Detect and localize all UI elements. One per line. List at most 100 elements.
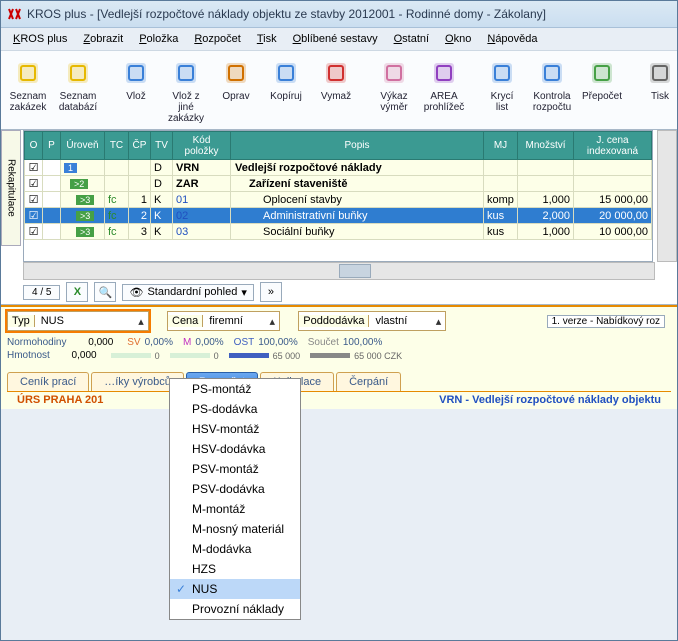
seznam-zakazek-button[interactable]: Seznam zakázek	[4, 55, 52, 115]
typ-dropdown[interactable]: PS-montážPS-dodávkaHSV-montážHSV-dodávka…	[169, 378, 301, 620]
search-icon[interactable]: 🔍	[94, 282, 116, 302]
table-row[interactable]: ☑>2DZARZařízení staveniště	[25, 176, 652, 192]
menu-oblíbené-sestavy[interactable]: Oblíbené sestavy	[285, 31, 386, 47]
toolbar-label: Vlož	[126, 91, 145, 102]
vloz-zjine-button[interactable]: Vlož z jiné zakázky	[162, 55, 210, 126]
area-prohlizec-button[interactable]: AREA prohlížeč	[420, 55, 468, 115]
bar-Součet: Součet100,00%	[308, 337, 383, 348]
toolbar-label: AREA prohlížeč	[424, 91, 465, 113]
eye-icon	[129, 286, 143, 299]
sub-right: VRN - Vedlejší rozpočtové náklady objekt…	[439, 394, 661, 406]
toolbar-label: Přepočet	[582, 91, 622, 102]
col-header[interactable]: P	[43, 132, 61, 160]
oprav-button[interactable]: Oprav	[212, 55, 260, 104]
bar-OST: OST100,00%	[234, 337, 298, 348]
dropdown-item[interactable]: M-dodávka	[170, 539, 300, 559]
menu-položka[interactable]: Položka	[131, 31, 186, 47]
menu-ostatní[interactable]: Ostatní	[386, 31, 437, 47]
prepocet-button[interactable]: Přepočet	[578, 55, 626, 104]
dropdown-item[interactable]: PS-dodávka	[170, 399, 300, 419]
bar-M: M0,00%	[183, 337, 224, 348]
normohodiny-stat: Normohodiny 0,000	[7, 337, 113, 348]
dropdown-item[interactable]: Provozní náklady	[170, 599, 300, 619]
version-selector[interactable]: 1. verze - Nabídkový roz	[547, 315, 665, 328]
rekapitulace-tab[interactable]: Rekapitulace	[1, 130, 21, 246]
col-header[interactable]: O	[25, 132, 43, 160]
table-row[interactable]: ☑>3fc2K02Administrativní buňkykus2,00020…	[25, 208, 652, 224]
menu-zobrazit[interactable]: Zobrazit	[75, 31, 131, 47]
bar-SV: SV0,00%	[127, 337, 173, 348]
toolbar: Seznam zakázek Seznam databází Vlož Vlož z …	[1, 51, 677, 130]
dropdown-item[interactable]: HSV-dodávka	[170, 439, 300, 459]
table-row[interactable]: ☑>3fc3K03Sociální buňkykus1,00010 000,00	[25, 224, 652, 240]
col-header[interactable]: Úroveň	[61, 132, 105, 160]
expand-button[interactable]: »	[260, 282, 282, 302]
vykaz-vymer-button[interactable]: Výkaz výměr	[370, 55, 418, 115]
menu-rozpočet[interactable]: Rozpočet	[186, 31, 248, 47]
kryci-list-icon	[486, 57, 518, 89]
vloz-icon	[120, 57, 152, 89]
seznam-databazi-icon	[62, 57, 94, 89]
dropdown-item[interactable]: PSV-montáž	[170, 459, 300, 479]
dropdown-item[interactable]: PSV-dodávka	[170, 479, 300, 499]
cena-filter[interactable]: Cena firemní ▴	[167, 311, 280, 331]
tab--erp-n-[interactable]: Čerpání	[336, 372, 401, 391]
vertical-scrollbar[interactable]	[657, 130, 677, 262]
excel-icon[interactable]: X	[66, 282, 88, 302]
tisk-button[interactable]: Tisk	[636, 55, 677, 104]
dropdown-item[interactable]: M-nosný materiál	[170, 519, 300, 539]
sub-left: ÚRS PRAHA 201	[17, 394, 103, 406]
menu-nápověda[interactable]: Nápověda	[479, 31, 545, 47]
kryci-list-button[interactable]: Krycí list	[478, 55, 526, 115]
toolbar-label: Seznam zakázek	[10, 91, 47, 113]
seznam-zakazek-icon	[12, 57, 44, 89]
horizontal-scrollbar[interactable]	[23, 262, 655, 280]
toolbar-label: Oprav	[222, 91, 249, 102]
kopiruj-icon	[270, 57, 302, 89]
vymaz-button[interactable]: Vymaž	[312, 55, 360, 104]
dropdown-item[interactable]: M-montáž	[170, 499, 300, 519]
toolbar-label: Výkaz výměr	[380, 91, 407, 113]
pager[interactable]: 4 / 5	[23, 285, 60, 300]
chevron-up-icon: ▴	[265, 315, 279, 328]
poddodavka-filter[interactable]: Poddodávka vlastní ▴	[298, 311, 446, 331]
hmotnost-stat: Hmotnost 0,000	[7, 350, 97, 361]
dropdown-item[interactable]: HSV-montáž	[170, 419, 300, 439]
toolbar-label: Vymaž	[321, 91, 351, 102]
titlebar: KROS plus - [Vedlejší rozpočtové náklady…	[1, 1, 677, 28]
col-header[interactable]: TV	[151, 132, 173, 160]
col-header[interactable]: MJ	[484, 132, 518, 160]
kopiruj-button[interactable]: Kopíruj	[262, 55, 310, 104]
menu-tisk[interactable]: Tisk	[249, 31, 285, 47]
col-header[interactable]: J. cena indexovaná	[574, 132, 652, 160]
vykaz-vymer-icon	[378, 57, 410, 89]
col-header[interactable]: Popis	[231, 132, 484, 160]
col-header[interactable]: Kód položky	[173, 132, 231, 160]
col-header[interactable]: Množství	[518, 132, 574, 160]
tab-cen-k-prac-[interactable]: Ceník prací	[7, 372, 89, 391]
app-icon	[7, 6, 23, 22]
dropdown-item[interactable]: NUS	[170, 579, 300, 599]
data-grid[interactable]: OPÚroveňTCČPTVKód položkyPopisMJMnožství…	[23, 130, 653, 262]
vloz-button[interactable]: Vlož	[112, 55, 160, 104]
oprav-icon	[220, 57, 252, 89]
menu-kros-plus[interactable]: KROS plus	[5, 31, 75, 47]
seznam-databazi-button[interactable]: Seznam databází	[54, 55, 102, 115]
dropdown-item[interactable]: HZS	[170, 559, 300, 579]
toolbar-label: Seznam databází	[59, 91, 97, 113]
typ-filter[interactable]: Typ NUS ▴	[7, 311, 149, 331]
window-title: KROS plus - [Vedlejší rozpočtové náklady…	[27, 7, 546, 21]
toolbar-label: Vlož z jiné zakázky	[166, 91, 206, 124]
dropdown-item[interactable]: PS-montáž	[170, 379, 300, 399]
table-row[interactable]: ☑1DVRNVedlejší rozpočtové náklady	[25, 160, 652, 176]
vymaz-icon	[320, 57, 352, 89]
col-header[interactable]: TC	[105, 132, 129, 160]
chevron-down-icon: ▾	[241, 286, 247, 299]
chevron-up-icon: ▴	[431, 315, 445, 328]
menu-okno[interactable]: Okno	[437, 31, 479, 47]
col-header[interactable]: ČP	[129, 132, 151, 160]
view-selector[interactable]: Standardní pohled▾	[122, 284, 253, 301]
table-row[interactable]: ☑>3fc1K01Oplocení stavbykomp1,00015 000,…	[25, 192, 652, 208]
tisk-icon	[644, 57, 676, 89]
kontrola-rozpoctu-button[interactable]: Kontrola rozpočtu	[528, 55, 576, 115]
